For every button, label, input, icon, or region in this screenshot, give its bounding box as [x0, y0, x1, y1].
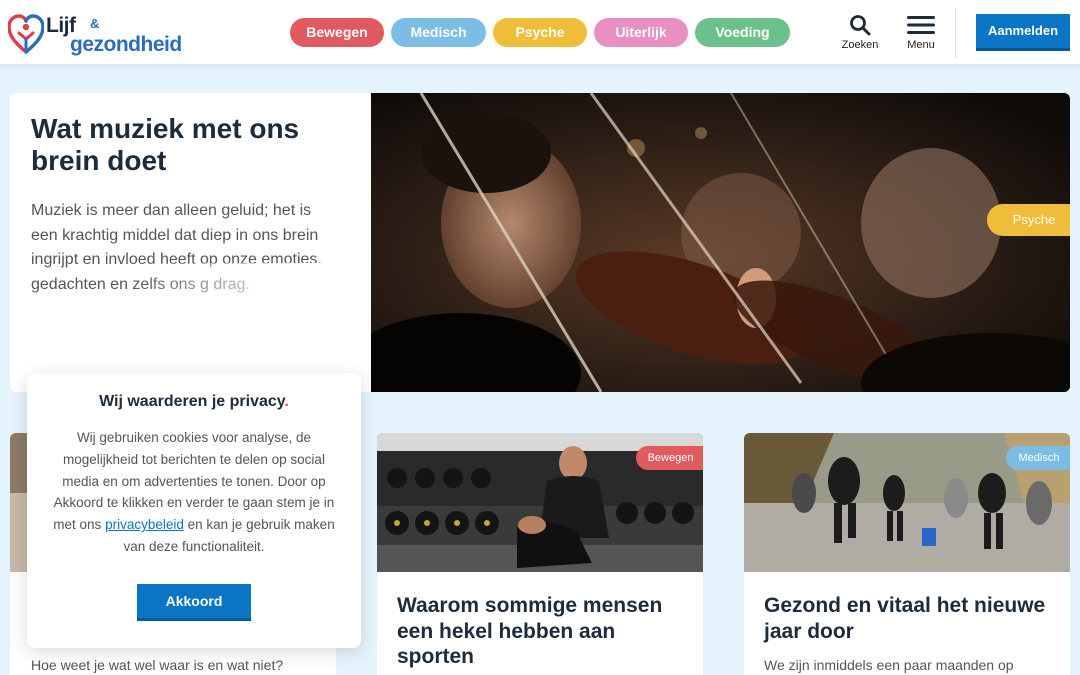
heart-logo-icon	[8, 14, 44, 54]
article-card-2[interactable]: Bewegen Waarom sommige mensen een hekel …	[377, 433, 703, 675]
menu-label: Menu	[907, 39, 935, 51]
article-card-3-category-tag[interactable]: Medisch	[1006, 446, 1070, 470]
login-button[interactable]: Aanmelden	[976, 14, 1070, 51]
cookie-dialog-title-text: Wij waarderen je privacy	[99, 393, 285, 410]
search-label: Zoeken	[841, 39, 879, 51]
excerpt-fade-overlay	[130, 263, 350, 323]
featured-article-image[interactable]	[371, 93, 1070, 392]
header-divider	[955, 8, 956, 58]
nav-pill-medisch[interactable]: Medisch	[391, 18, 486, 47]
accept-cookies-button[interactable]: Akkoord	[137, 584, 251, 621]
featured-article[interactable]: Wat muziek met ons brein doet Muziek is …	[10, 93, 1070, 392]
cookie-dialog-title: Wij waarderen je privacy.	[27, 393, 361, 411]
logo-word-gezondheid: gezondheid	[70, 33, 182, 56]
article-card-3-title[interactable]: Gezond en vitaal het nieuwe jaar door	[764, 593, 1054, 644]
nav-pill-uiterlijk[interactable]: Uiterlijk	[594, 18, 688, 47]
article-card-3-excerpt: We zijn inmiddels een paar maanden op	[764, 657, 1014, 673]
cookie-dialog-message: Wij gebruiken cookies voor analyse, de m…	[49, 427, 339, 558]
featured-article-title[interactable]: Wat muziek met ons brein doet	[31, 113, 341, 177]
article-card-1-excerpt: Hoe weet je wat wel waar is en wat niet?	[31, 657, 284, 673]
nav-pill-voeding[interactable]: Voeding	[695, 18, 790, 47]
menu-button[interactable]: Menu	[897, 14, 945, 51]
cookie-dialog-title-dot: .	[284, 393, 289, 410]
nav-pill-psyche[interactable]: Psyche	[493, 18, 587, 47]
privacy-policy-link[interactable]: privacybeleid	[105, 517, 184, 532]
site-logo[interactable]: Lijf & gezondheid	[8, 10, 188, 56]
cookie-consent-dialog: Wij waarderen je privacy. Wij gebruiken …	[27, 373, 361, 648]
search-button[interactable]: Zoeken	[836, 14, 884, 51]
article-card-2-category-tag[interactable]: Bewegen	[636, 446, 703, 470]
logo-ampersand: &	[90, 16, 100, 31]
article-card-3[interactable]: Medisch Gezond en vitaal het nieuwe jaar…	[744, 433, 1070, 675]
article-card-2-title[interactable]: Waarom sommige mensen een hekel hebben a…	[397, 593, 687, 670]
hamburger-icon	[907, 16, 935, 34]
site-header: Lijf & gezondheid Bewegen Medisch Psyche…	[0, 0, 1080, 65]
nav-pill-bewegen[interactable]: Bewegen	[290, 18, 384, 47]
article-card-1-image[interactable]	[10, 433, 28, 572]
search-icon	[850, 15, 871, 36]
featured-category-tag[interactable]: Psyche	[987, 204, 1070, 236]
